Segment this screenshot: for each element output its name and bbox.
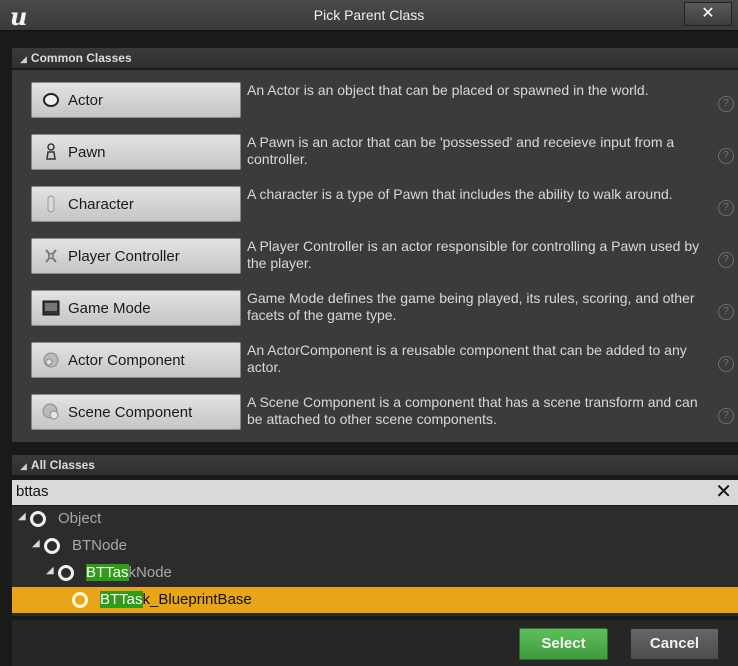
tree-item-label: Object	[58, 510, 101, 527]
window-title: Pick Parent Class	[313, 7, 425, 23]
character-description: A character is a type of Pawn that inclu…	[247, 186, 673, 202]
pawn-button-label: Pawn	[68, 144, 106, 161]
select-button[interactable]: Select	[519, 628, 608, 660]
actor-description: An Actor is an object that can be placed…	[247, 82, 649, 98]
tree-item-label: BTTaskNode	[86, 564, 172, 581]
scene-component-button-label: Scene Component	[68, 404, 193, 421]
player-controller-button-label: Player Controller	[68, 248, 180, 265]
actor-button-label: Actor	[68, 92, 104, 109]
expand-arrow-icon[interactable]: ◢	[32, 538, 40, 549]
cancel-button[interactable]: Cancel	[630, 628, 719, 660]
common-class-row-pawn: Pawn A Pawn is an actor that can be 'pos…	[12, 134, 738, 186]
help-icon[interactable]: ?	[718, 356, 734, 372]
pawn-button[interactable]: Pawn	[31, 134, 241, 170]
tree-item-btnode[interactable]: ◢ BTNode	[12, 533, 738, 559]
common-class-row-scene-component: Scene Component A Scene Component is a c…	[12, 394, 738, 446]
character-icon	[47, 195, 55, 213]
actor-button[interactable]: Actor	[31, 82, 241, 118]
search-match-highlight: BTTas	[100, 591, 143, 608]
help-icon[interactable]: ?	[718, 96, 734, 112]
tree-item-text: k_BlueprintBase	[142, 591, 252, 608]
actor-component-button[interactable]: Actor Component	[31, 342, 241, 378]
pawn-icon	[46, 143, 56, 160]
clear-search-icon[interactable]: ✕	[715, 480, 732, 504]
game-mode-button[interactable]: Game Mode	[31, 290, 241, 326]
common-class-row-game-mode: Game Mode Game Mode defines the game bei…	[12, 290, 738, 342]
help-icon[interactable]: ?	[718, 148, 734, 164]
player-controller-icon	[45, 249, 57, 263]
common-class-row-actor-component: Actor Component An ActorComponent is a r…	[12, 342, 738, 394]
actor-component-button-label: Actor Component	[68, 352, 185, 369]
tree-item-text: BTNode	[72, 537, 128, 554]
common-classes-header[interactable]: ◢ Common Classes	[12, 48, 738, 68]
class-search-input[interactable]: bttas ✕	[12, 480, 738, 505]
scene-component-button[interactable]: Scene Component	[31, 394, 241, 430]
collapse-triangle-icon: ◢	[20, 54, 27, 64]
player-controller-button[interactable]: Player Controller	[31, 238, 241, 274]
class-tree: ◢ Object ◢ BTNode ◢ BTTaskNode BTTask_Bl…	[12, 506, 738, 616]
search-match-highlight: BTTas	[86, 564, 129, 581]
class-circle-icon	[72, 592, 88, 608]
search-value: bttas	[16, 483, 49, 500]
character-button-label: Character	[68, 196, 134, 213]
help-icon[interactable]: ?	[718, 408, 734, 424]
tree-item-object[interactable]: ◢ Object	[12, 506, 738, 532]
class-circle-icon	[44, 538, 60, 554]
all-classes-label: All Classes	[30, 458, 95, 472]
common-class-row-player-controller: Player Controller A Player Controller is…	[12, 238, 738, 290]
common-classes-panel: Actor An Actor is an object that can be …	[12, 70, 738, 442]
character-button[interactable]: Character	[31, 186, 241, 222]
help-icon[interactable]: ?	[718, 252, 734, 268]
common-classes-label: Common Classes	[30, 51, 132, 65]
expand-arrow-icon[interactable]: ◢	[46, 565, 54, 576]
player-controller-description: A Player Controller is an actor responsi…	[247, 238, 700, 271]
actor-icon	[43, 93, 59, 107]
tree-item-bttask-blueprintbase[interactable]: BTTask_BlueprintBase	[12, 587, 738, 613]
tree-item-bttasknode[interactable]: ◢ BTTaskNode	[12, 560, 738, 586]
collapse-triangle-icon: ◢	[20, 461, 27, 471]
scene-component-description: A Scene Component is a component that ha…	[247, 394, 698, 427]
common-class-row-character: Character A character is a type of Pawn …	[12, 186, 738, 238]
close-button[interactable]: ✕	[684, 2, 732, 26]
expand-arrow-icon[interactable]: ◢	[18, 511, 26, 522]
pick-parent-class-dialog: u Pick Parent Class ✕ ◢ Common Classes Ac…	[0, 0, 738, 666]
class-circle-icon	[58, 565, 74, 581]
game-mode-icon	[42, 300, 60, 316]
dialog-footer: Select Cancel	[12, 620, 738, 666]
pawn-description: A Pawn is an actor that can be 'possesse…	[247, 134, 675, 167]
help-icon[interactable]: ?	[718, 200, 734, 216]
tree-item-label: BTNode	[72, 537, 127, 554]
tree-item-text: kNode	[128, 564, 172, 581]
actor-component-description: An ActorComponent is a reusable componen…	[247, 342, 687, 375]
game-mode-button-label: Game Mode	[68, 300, 151, 317]
class-circle-icon	[30, 511, 46, 527]
game-mode-description: Game Mode defines the game being played,…	[247, 290, 695, 323]
help-icon[interactable]: ?	[718, 304, 734, 320]
actor-component-icon	[43, 352, 59, 368]
title-bar[interactable]: u Pick Parent Class ✕	[0, 0, 738, 31]
all-classes-header[interactable]: ◢ All Classes	[12, 455, 738, 475]
common-class-row-actor: Actor An Actor is an object that can be …	[12, 82, 738, 134]
scene-component-icon	[42, 403, 59, 420]
tree-item-text: Object	[58, 510, 102, 527]
tree-item-label: BTTask_BlueprintBase	[100, 591, 252, 608]
